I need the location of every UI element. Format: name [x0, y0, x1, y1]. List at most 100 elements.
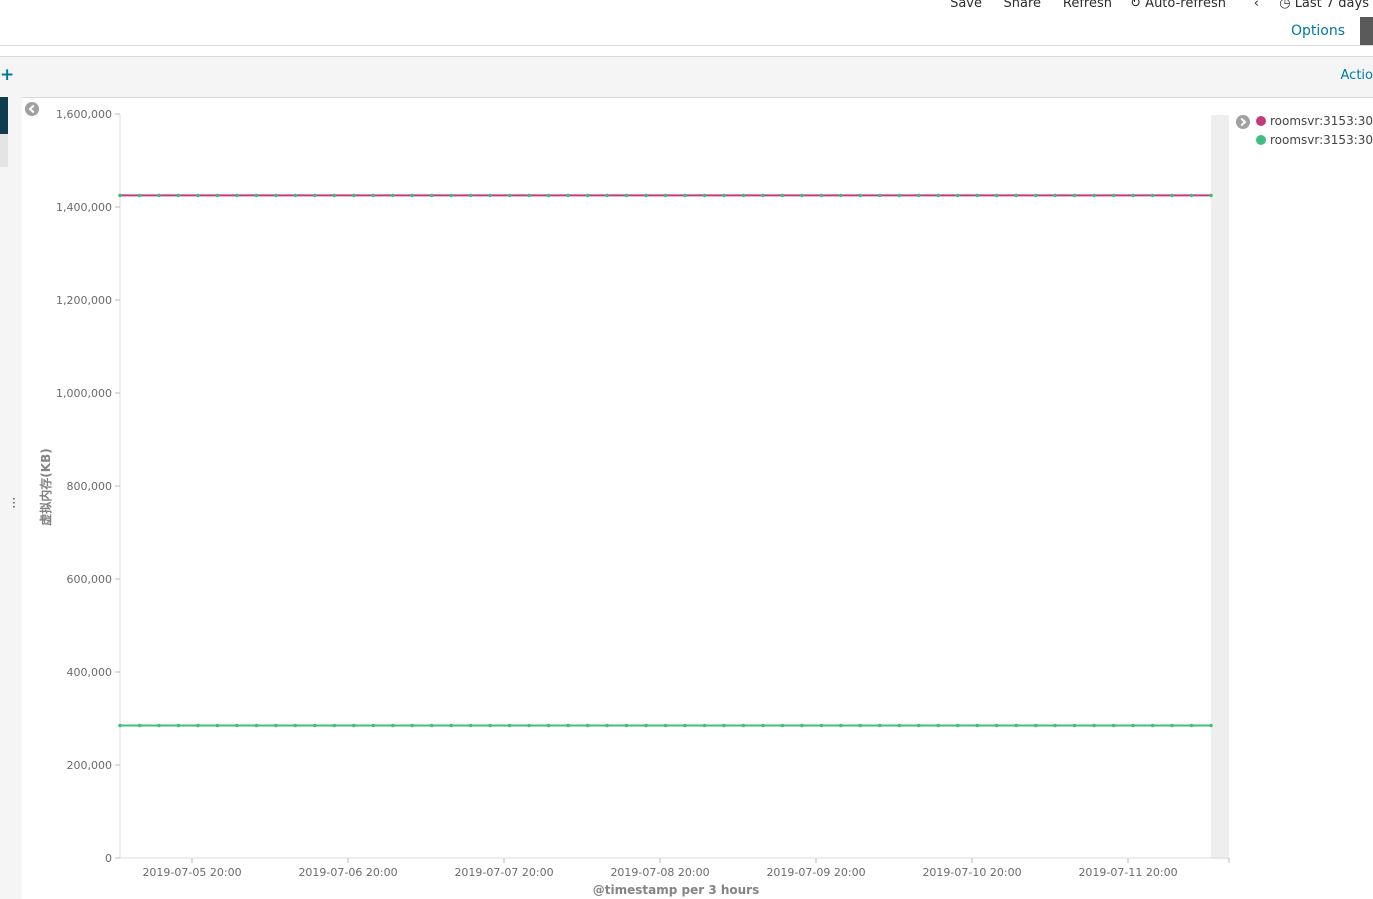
y-tick-label: 1,400,000: [56, 201, 112, 214]
sidebar-active-tab[interactable]: [0, 97, 8, 134]
data-point: [741, 193, 746, 198]
data-point: [293, 723, 298, 728]
data-point: [488, 723, 493, 728]
auto-refresh-button[interactable]: ↻ Auto-refresh: [1130, 0, 1226, 11]
y-tick-label: 400,000: [67, 666, 113, 679]
legend-label: roomsvr:3153:306: [1270, 132, 1373, 147]
data-point: [137, 723, 142, 728]
data-point: [1189, 723, 1194, 728]
data-point: [800, 193, 804, 198]
query-bar: + Actio: [0, 56, 1373, 98]
plot-brush-area: [1211, 115, 1229, 859]
data-point: [1072, 723, 1077, 728]
data-point: [468, 193, 473, 198]
data-point: [1014, 723, 1018, 728]
data-point: [1189, 193, 1194, 198]
x-tick-label: 2019-07-06 20:00: [298, 866, 397, 879]
data-point: [566, 193, 570, 198]
data-point: [527, 723, 531, 728]
data-point: [546, 193, 551, 198]
data-point: [994, 723, 999, 728]
add-filter-icon[interactable]: +: [0, 65, 14, 85]
data-point: [196, 193, 200, 198]
collapse-left-icon[interactable]: [25, 102, 39, 116]
data-point: [274, 723, 278, 728]
options-button[interactable]: Options: [1291, 23, 1345, 39]
data-point: [1033, 723, 1038, 728]
actions-button[interactable]: Actio: [1341, 68, 1373, 83]
x-tick-label: 2019-07-08 20:00: [610, 866, 709, 879]
data-point: [1072, 193, 1077, 198]
x-tick-label: 2019-07-07 20:00: [454, 866, 553, 879]
legend-toggle-icon[interactable]: [1236, 115, 1250, 129]
legend-swatch: [1256, 115, 1266, 126]
x-axis-title: @timestamp per 3 hours: [593, 883, 759, 897]
data-point: [800, 723, 804, 728]
chevron-left-icon[interactable]: ‹: [1254, 0, 1259, 11]
data-point: [624, 723, 629, 728]
data-point: [722, 193, 726, 198]
data-point: [1111, 193, 1116, 198]
data-point: [994, 193, 999, 198]
data-point: [605, 193, 609, 198]
data-point: [878, 723, 882, 728]
data-point: [780, 723, 785, 728]
data-point: [663, 723, 668, 728]
data-point: [761, 723, 765, 728]
resize-handle-icon[interactable]: · · ·: [12, 493, 16, 513]
data-point: [254, 723, 259, 728]
time-range-label: Last 7 days: [1294, 0, 1369, 11]
data-point: [936, 723, 941, 728]
data-point: [955, 193, 960, 198]
x-tick-label: 2019-07-10 20:00: [922, 866, 1021, 879]
data-point: [839, 193, 843, 198]
data-point: [585, 723, 590, 728]
share-button[interactable]: Share: [1003, 0, 1041, 11]
y-tick-label: 1,600,000: [56, 108, 112, 121]
data-point: [761, 193, 765, 198]
y-tick-label: 600,000: [67, 573, 113, 586]
legend: roomsvr:3153:306 roomsvr:3153:306: [1256, 111, 1373, 149]
data-point: [429, 193, 434, 198]
y-tick-label: 1,200,000: [56, 294, 112, 307]
data-point: [819, 723, 824, 728]
data-point: [897, 723, 902, 728]
data-point: [352, 193, 356, 198]
data-point: [644, 723, 648, 728]
data-point: [449, 193, 454, 198]
data-point: [137, 193, 142, 198]
data-point: [585, 193, 590, 198]
data-point: [118, 723, 122, 728]
data-point: [644, 193, 648, 198]
data-point: [254, 193, 259, 198]
data-point: [527, 193, 531, 198]
left-sidebar: · · ·: [0, 97, 22, 899]
data-point: [1053, 193, 1057, 198]
data-point: [858, 723, 863, 728]
legend-item[interactable]: roomsvr:3153:306: [1256, 111, 1373, 130]
side-panel-tab[interactable]: [1360, 17, 1373, 45]
data-point: [975, 193, 979, 198]
time-picker-button[interactable]: ◷ Last 7 days: [1279, 0, 1369, 11]
data-point: [235, 193, 239, 198]
data-point: [780, 193, 785, 198]
refresh-button[interactable]: Refresh: [1063, 0, 1112, 11]
x-tick-label: 2019-07-05 20:00: [142, 866, 241, 879]
data-point: [157, 193, 161, 198]
sidebar-tab[interactable]: [0, 134, 8, 167]
legend-item[interactable]: roomsvr:3153:306: [1256, 130, 1373, 149]
data-point: [624, 193, 629, 198]
data-point: [683, 193, 687, 198]
data-point: [391, 193, 395, 198]
save-button[interactable]: Save: [950, 0, 982, 11]
data-point: [1111, 723, 1116, 728]
data-point: [293, 193, 298, 198]
data-point: [1014, 193, 1018, 198]
data-point: [176, 193, 181, 198]
data-point: [546, 723, 551, 728]
data-point: [1209, 723, 1213, 728]
data-point: [878, 193, 882, 198]
data-point: [215, 723, 220, 728]
data-point: [839, 723, 843, 728]
data-point: [722, 723, 726, 728]
